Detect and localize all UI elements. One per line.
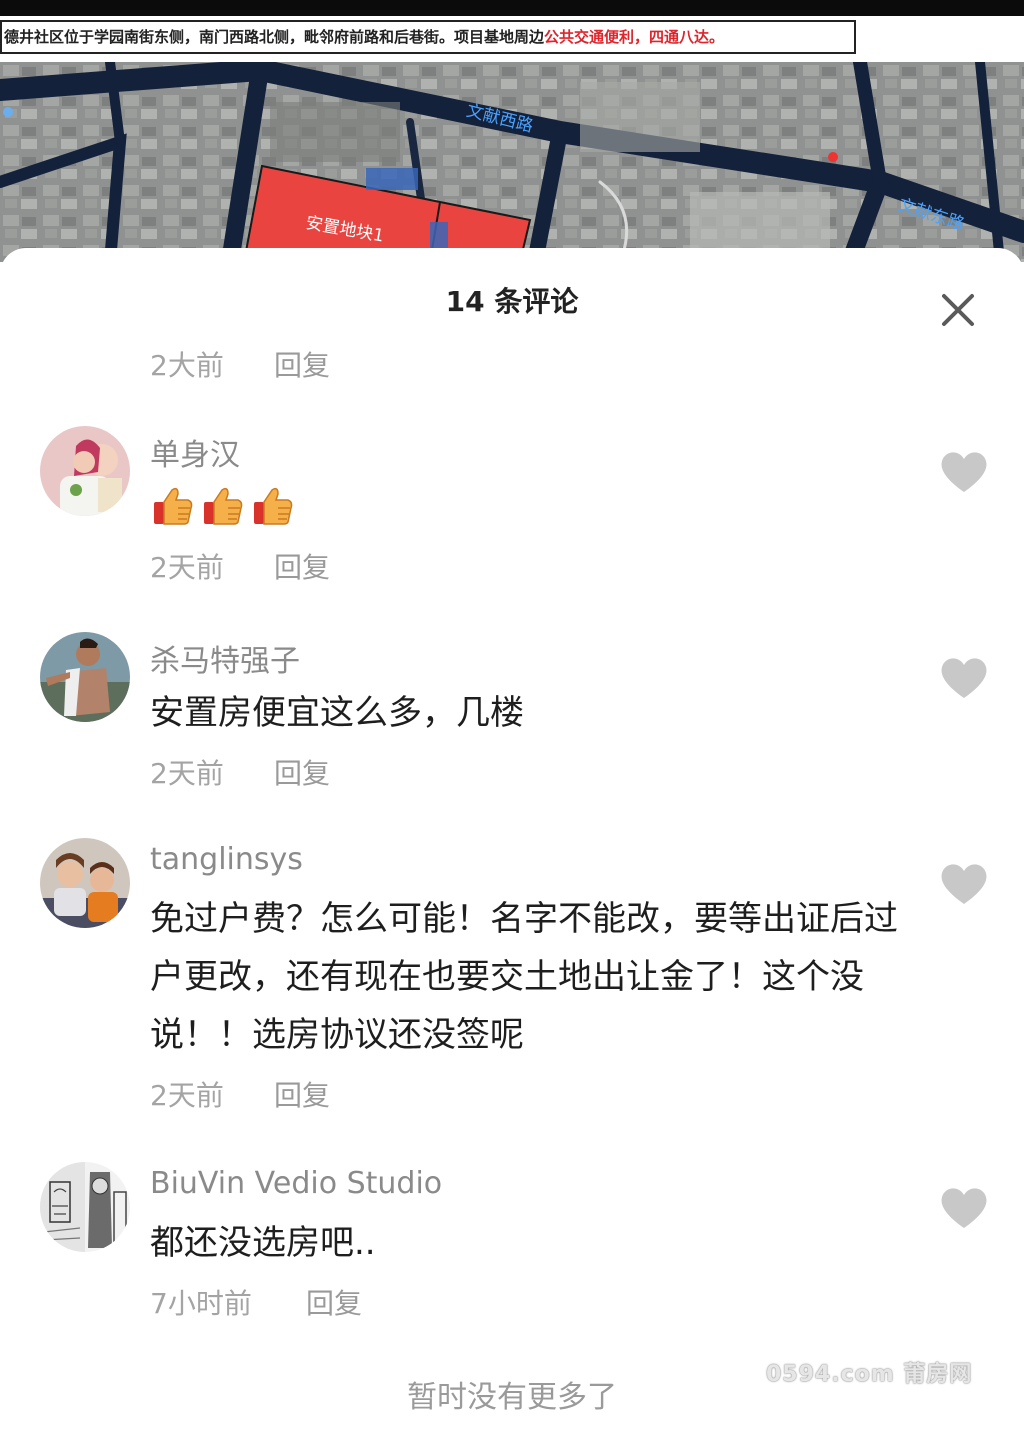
map-caption-text: 德井社区位于学园南街东侧，南门西路北侧，毗邻府前路和后巷街。项目基地周边 [4,28,545,46]
thumbs-up-icon [252,484,294,526]
reply-button[interactable]: 回复 [274,344,330,384]
comment-time: 2大前 [150,349,224,382]
reply-button[interactable]: 回复 [274,1074,330,1114]
watermark: 0594.com 莆房网 [766,1362,973,1387]
comment-username[interactable]: 单身汉 [150,430,240,474]
status-strip [0,0,1024,16]
like-heart-icon[interactable] [940,862,988,906]
map-caption-highlight: 公共交通便利，四通八达。 [544,28,725,46]
comments-sheet: 14 条评论 2大前 回复 单身汉 2天前 回复 杀马特强子 安置房便宜这么多，… [0,248,1024,1438]
reply-button[interactable]: 回复 [274,752,330,792]
comment-time: 7小时前 [150,1287,252,1320]
comment-time: 2天前 [150,757,224,790]
comment-text: 安置房便宜这么多，几楼 [150,693,524,733]
comment-username[interactable]: BiuVin Vedio Studio [150,1166,442,1201]
like-heart-icon[interactable] [940,1186,988,1230]
map-caption: 德井社区位于学园南街东侧，南门西路北侧，毗邻府前路和后巷街。项目基地周边公共交通… [0,20,856,54]
comment-username[interactable]: tanglinsys [150,842,303,877]
avatar[interactable] [40,632,130,722]
comment-text: 免过户费？怎么可能！名字不能改，要等出证后过户更改，还有现在也要交土地出让金了！… [150,899,898,1055]
thumbs-up-icon [152,484,194,526]
comment-text: 都还没选房吧.. [150,1223,376,1263]
aerial-map-image: 安置地块1 文献西路 文献东路 [0,62,1024,262]
comment-username[interactable]: 杀马特强子 [150,636,300,680]
like-heart-icon[interactable] [940,450,988,494]
avatar[interactable] [40,426,130,516]
comment-time: 2天前 [150,1079,224,1112]
like-heart-icon[interactable] [940,656,988,700]
comments-title: 14 条评论 [445,285,579,318]
thumbs-up-icon [202,484,244,526]
close-icon[interactable] [936,288,980,332]
avatar[interactable] [40,1162,130,1252]
emoji-row [152,484,294,526]
avatar[interactable] [40,838,130,928]
reply-button[interactable]: 回复 [274,546,330,586]
comment-time: 2天前 [150,551,224,584]
reply-button[interactable]: 回复 [306,1282,362,1322]
